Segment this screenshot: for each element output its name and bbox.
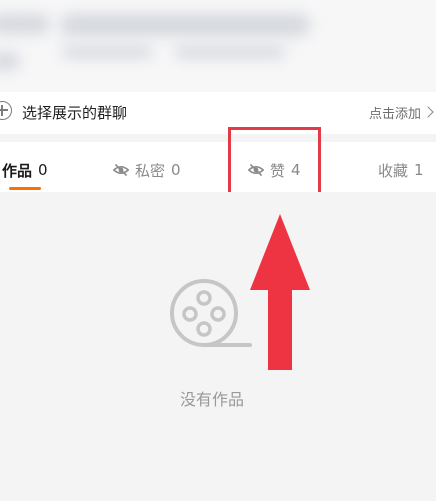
tab-favorites[interactable]: 收藏 1: [378, 159, 424, 181]
profile-page: 选择展示的群聊 点击添加 作品 0 私密 0 赞 4 收藏 1 没有作品: [0, 0, 436, 501]
profile-header-blurred: [0, 0, 436, 92]
empty-state-text: 没有作品: [179, 390, 244, 409]
add-circle-icon[interactable]: [0, 101, 12, 120]
add-group-label: 点击添加: [368, 107, 421, 122]
hidden-eye-icon: [113, 163, 129, 177]
tab-label: 收藏: [378, 161, 409, 180]
tab-count: 1: [414, 161, 424, 179]
tab-works[interactable]: 作品 0: [2, 159, 48, 181]
add-group-link[interactable]: 点击添加: [356, 102, 436, 122]
tab-count: 0: [38, 161, 48, 179]
annotation-arrow-up-icon: [250, 214, 310, 370]
tab-label: 私密: [135, 161, 166, 180]
group-chat-label: 选择展示的群聊: [22, 104, 128, 122]
section-divider: [0, 134, 436, 142]
chevron-right-icon: [422, 106, 434, 118]
tab-private[interactable]: 私密 0: [113, 159, 181, 181]
tab-label: 作品: [2, 161, 33, 180]
group-chat-row[interactable]: 选择展示的群聊 点击添加: [0, 92, 436, 134]
tab-count: 0: [171, 161, 181, 179]
profile-tabs: 作品 0 私密 0 赞 4 收藏 1: [0, 142, 436, 192]
film-reel-icon: [170, 279, 252, 347]
active-tab-indicator: [9, 187, 41, 190]
empty-state: 没有作品: [0, 192, 436, 501]
